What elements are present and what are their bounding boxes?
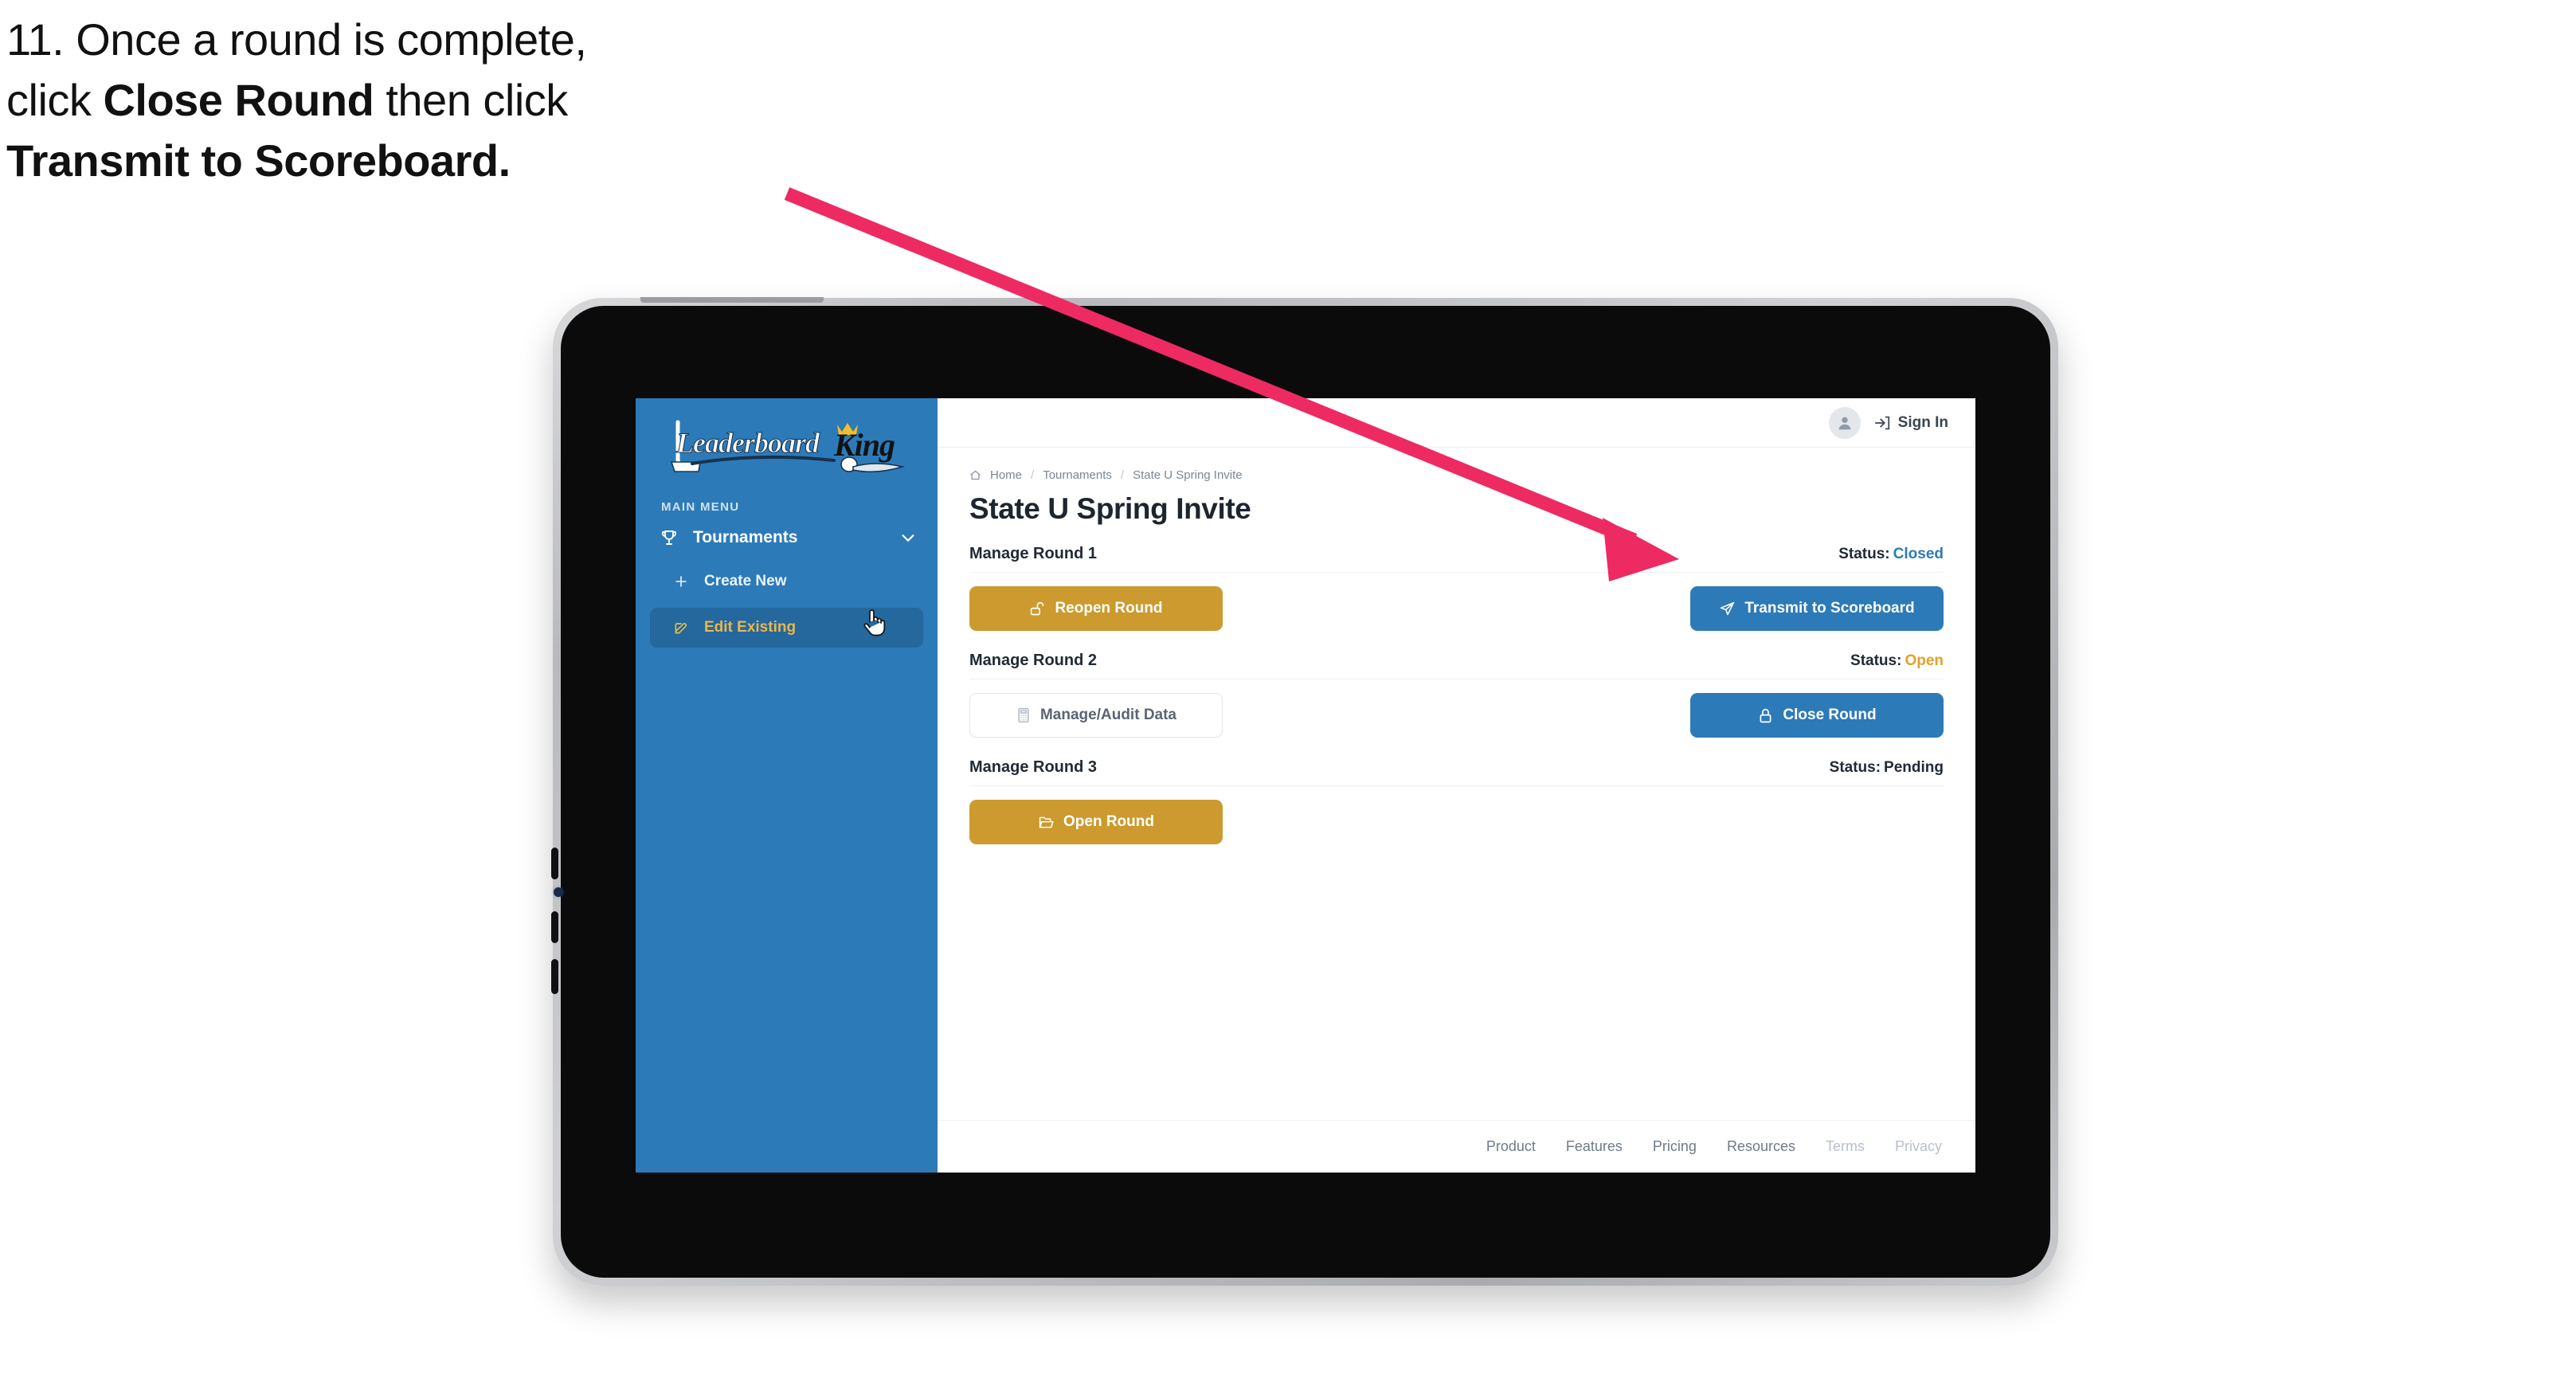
edit-square-icon [671,620,691,636]
close-round-button[interactable]: Close Round [1690,693,1944,738]
footer-link-resources[interactable]: Resources [1727,1138,1795,1155]
instruction-caption: 11. Once a round is complete, click Clos… [6,18,851,199]
trophy-icon [660,528,683,547]
instruction-line-3-bold: Transmit to Scoreboard. [6,135,511,186]
footer: Product Features Pricing Resources Terms… [938,1120,1975,1173]
tablet-power-button[interactable] [551,959,558,994]
breadcrumb-item-current: State U Spring Invite [1133,468,1243,482]
page-body: Home / Tournaments / State U Spring Invi… [938,448,1975,1120]
calculator-icon [1016,707,1032,723]
round-3-title: Manage Round 3 [969,758,1098,776]
footer-link-features[interactable]: Features [1566,1138,1623,1155]
instruction-line-2-post: then click [374,75,568,125]
sign-in-button[interactable]: Sign In [1873,414,1948,432]
leaderboard-king-logo-icon: Leaderboard King [670,420,905,473]
round-3-status: Status: Pending [1830,759,1944,777]
main-content: Sign In Home / Tournaments / State U Spr… [938,398,1975,1173]
plus-icon [671,574,691,589]
screenshot-stage: 11. Once a round is complete, click Clos… [0,0,2576,1386]
tablet-top-vent [640,297,824,303]
app-screen: Leaderboard King MAIN MENU Tournaments C… [636,398,1975,1173]
tablet-camera-icon [554,887,563,897]
page-title: State U Spring Invite [969,492,1251,525]
round-3-actions: Open Round [969,800,1944,844]
reopen-round-label: Reopen Round [1055,600,1163,617]
open-round-label: Open Round [1063,813,1154,830]
breadcrumb-item-tournaments[interactable]: Tournaments [1043,468,1112,482]
round-2-status-label: Status: [1850,652,1902,669]
reopen-round-button[interactable]: Reopen Round [969,586,1223,631]
svg-text:King: King [833,427,895,463]
sign-in-label: Sign In [1897,413,1948,431]
status-badge: Open [1905,652,1944,669]
sidebar: Leaderboard King MAIN MENU Tournaments C… [636,398,938,1173]
footer-link-privacy[interactable]: Privacy [1895,1138,1942,1155]
round-1-actions: Reopen Round Transmit to Scoreboard [969,586,1944,631]
transmit-to-scoreboard-label: Transmit to Scoreboard [1744,600,1915,617]
avatar[interactable] [1828,406,1861,439]
round-1-header: Manage Round 1 Status: Closed [969,545,1944,573]
tablet-volume-down-button[interactable] [551,911,558,943]
round-section-3: Manage Round 3 Status: Pending Open Roun… [969,758,1944,844]
round-1-status-label: Status: [1838,546,1890,562]
svg-text:Leaderboard: Leaderboard [675,427,820,459]
instruction-line-2: click Close Round then click [6,78,851,123]
login-arrow-icon [1874,416,1889,429]
status-badge: Closed [1893,546,1944,562]
manage-audit-data-label: Manage/Audit Data [1039,707,1177,723]
tablet-volume-up-button[interactable] [551,848,558,879]
paper-plane-icon [1719,601,1736,617]
status-badge: Pending [1884,759,1944,776]
transmit-to-scoreboard-button[interactable]: Transmit to Scoreboard [1690,586,1944,631]
round-2-title: Manage Round 2 [969,652,1098,669]
app-logo[interactable]: Leaderboard King [636,411,938,483]
lock-icon [1757,707,1774,724]
unlock-icon [1029,601,1046,617]
round-3-header: Manage Round 3 Status: Pending [969,758,1944,786]
sidebar-item-tournaments-label: Tournaments [693,528,798,546]
footer-link-product[interactable]: Product [1486,1138,1536,1155]
footer-link-terms[interactable]: Terms [1826,1138,1865,1155]
round-section-1: Manage Round 1 Status: Closed Reopen Rou… [969,545,1944,631]
round-2-actions: Manage/Audit Data Close Round [969,693,1944,738]
round-1-status: Status: Closed [1838,546,1944,563]
round-3-status-label: Status: [1829,759,1881,776]
instruction-line-2-bold: Close Round [103,75,374,125]
home-icon[interactable] [969,469,981,481]
sidebar-item-create-new-label: Create New [704,573,787,589]
open-folder-icon [1038,814,1055,831]
user-avatar-icon [1838,417,1851,429]
round-section-2: Manage Round 2 Status: Open Manage/Audit… [969,652,1944,738]
instruction-line-1: 11. Once a round is complete, [6,14,587,65]
breadcrumb-item-home[interactable]: Home [990,468,1022,482]
round-2-status: Status: Open [1850,652,1944,670]
footer-link-pricing[interactable]: Pricing [1653,1138,1697,1155]
close-round-label: Close Round [1783,707,1877,723]
round-2-header: Manage Round 2 Status: Open [969,652,1944,679]
instruction-line-3: Transmit to Scoreboard. [6,139,851,183]
breadcrumb: Home / Tournaments / State U Spring Invi… [969,468,1944,482]
breadcrumb-separator-1: / [1031,468,1035,482]
round-1-title: Manage Round 1 [969,545,1098,562]
sidebar-item-edit-existing-label: Edit Existing [704,619,797,636]
breadcrumb-separator-2: / [1120,468,1125,482]
manage-audit-data-button[interactable]: Manage/Audit Data [969,693,1223,738]
instruction-line-2-pre: click [6,75,104,125]
sidebar-item-create-new[interactable]: Create New [650,562,923,601]
open-round-button[interactable]: Open Round [969,800,1223,844]
top-bar: Sign In [938,398,1975,448]
chevron-down-icon[interactable] [899,529,917,546]
sidebar-item-tournaments[interactable]: Tournaments [636,514,938,555]
mouse-pointer-hand-icon [863,609,886,636]
sidebar-section-label: MAIN MENU [661,500,740,514]
